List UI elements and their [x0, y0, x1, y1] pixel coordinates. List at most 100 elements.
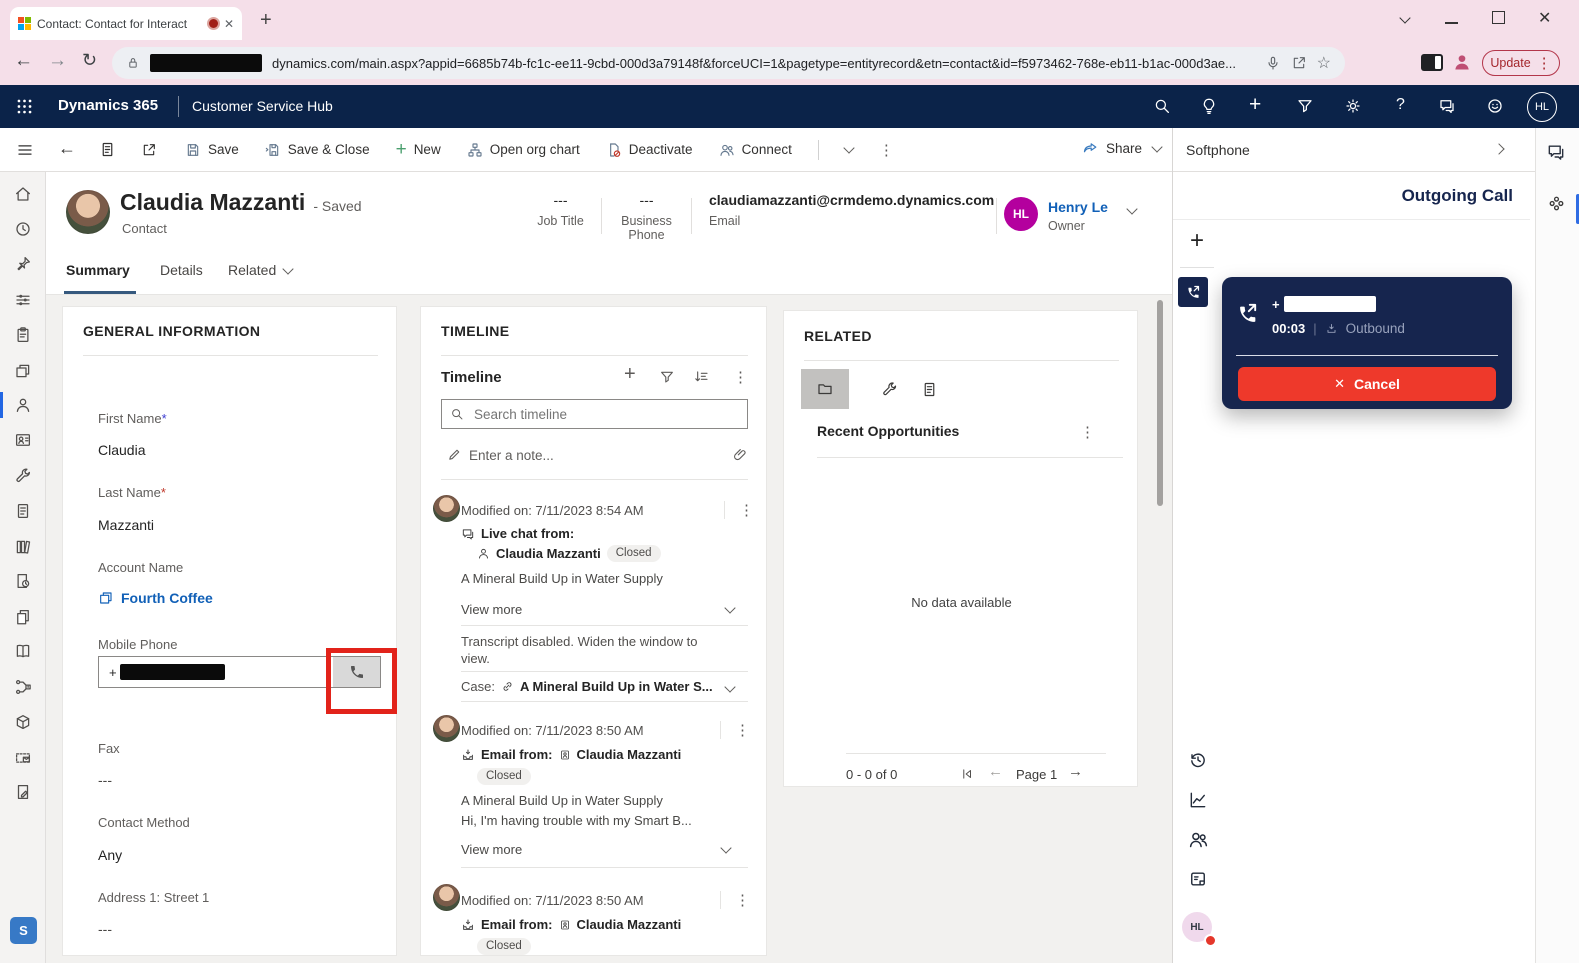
sidebar-item-pinned-icon[interactable]	[14, 255, 32, 273]
connect-button[interactable]: Connect	[719, 142, 792, 158]
conversations-chat-icon[interactable]	[1546, 142, 1566, 162]
entry-more-icon[interactable]: ⋮	[720, 721, 750, 739]
add-call-plus-icon[interactable]: +	[1190, 227, 1204, 255]
more-commands-icon[interactable]: ⋮	[879, 141, 894, 159]
sidebar-item-knowledge-search-icon[interactable]	[14, 642, 32, 660]
timeline-search-input[interactable]	[472, 406, 739, 423]
sidebar-item-queues-icon[interactable]	[14, 502, 32, 520]
timeline-more-icon[interactable]: ⋮	[733, 368, 748, 386]
entry-more-icon[interactable]: ⋮	[724, 501, 754, 519]
last-name-value[interactable]: Mazzanti	[98, 517, 154, 533]
account-name-link[interactable]: Fourth Coffee	[98, 590, 213, 606]
feedback-chat-icon[interactable]	[1438, 97, 1456, 115]
sidebar-item-email-templates-icon[interactable]	[14, 749, 32, 767]
share-button[interactable]: Share	[1082, 140, 1161, 157]
tab-related[interactable]: Related	[228, 262, 292, 278]
related-tab-cases-icon[interactable]	[881, 381, 898, 398]
search-icon[interactable]	[1153, 97, 1171, 115]
hamburger-icon[interactable]	[16, 141, 34, 159]
app-switcher-tile[interactable]: S	[10, 917, 37, 944]
attachment-paperclip-icon[interactable]	[733, 447, 748, 462]
split-screen-icon[interactable]	[1421, 54, 1443, 71]
suggestions-bulb-icon[interactable]	[1200, 97, 1218, 115]
address-bar[interactable]: dynamics.com/main.aspx?appid=6685b74b-fc…	[112, 47, 1345, 79]
save-button[interactable]: Save	[185, 142, 239, 158]
deactivate-button[interactable]: Deactivate	[606, 142, 693, 158]
tab-summary[interactable]: Summary	[66, 262, 130, 278]
sidebar-item-flows-icon[interactable]	[14, 678, 32, 696]
entry-subject[interactable]: A Mineral Build Up in Water Supply	[461, 793, 663, 808]
analytics-chart-icon[interactable]	[1188, 790, 1208, 810]
sidebar-item-products-icon[interactable]	[14, 713, 32, 731]
app-name[interactable]: Customer Service Hub	[192, 98, 333, 114]
next-page-icon[interactable]: →	[1068, 763, 1083, 780]
fax-value[interactable]: ---	[98, 772, 112, 788]
owner-name[interactable]: Henry Le	[1048, 199, 1108, 215]
entry-person[interactable]: Claudia Mazzanti	[577, 747, 682, 762]
user-avatar[interactable]: HL	[1527, 92, 1557, 122]
contact-method-value[interactable]: Any	[98, 847, 122, 863]
call-history-icon[interactable]	[1188, 750, 1208, 770]
record-set-icon[interactable]	[99, 141, 116, 158]
new-button[interactable]: +New	[396, 142, 441, 157]
update-menu-dots-icon[interactable]: ⋮	[1537, 54, 1552, 72]
view-more-link[interactable]: View more	[461, 602, 522, 617]
job-title-value[interactable]: ---	[520, 192, 601, 208]
sidebar-item-drafts-icon[interactable]	[14, 783, 32, 801]
notes-icon[interactable]	[1188, 869, 1208, 889]
save-close-button[interactable]: Save & Close	[265, 142, 370, 158]
forward-icon[interactable]: →	[48, 50, 67, 72]
sidebar-item-cases-icon[interactable]	[14, 467, 32, 485]
connect-chevron-icon[interactable]	[843, 142, 854, 153]
contact-photo-avatar[interactable]	[66, 190, 110, 234]
timeline-filter-icon[interactable]	[659, 369, 675, 385]
view-more-chevron-icon[interactable]	[724, 602, 735, 613]
sidebar-item-activities-icon[interactable]	[14, 326, 32, 344]
related-tab-opportunities[interactable]	[801, 369, 849, 409]
entry-person[interactable]: Claudia Mazzanti	[496, 546, 601, 561]
view-more-chevron-icon[interactable]	[720, 842, 731, 853]
email-value[interactable]: claudiamazzanti@crmdemo.dynamics.com	[709, 192, 995, 208]
sidebar-item-dashboards-icon[interactable]	[14, 291, 32, 309]
softphone-collapse-chevron-icon[interactable]	[1493, 143, 1504, 154]
mic-icon[interactable]	[1265, 55, 1281, 71]
first-page-icon[interactable]	[960, 767, 974, 781]
tab-close-icon[interactable]: ✕	[224, 17, 234, 31]
settings-gear-icon[interactable]	[1344, 97, 1362, 115]
sidebar-item-scheduled-icon[interactable]	[14, 572, 32, 590]
window-menu-chevron-icon[interactable]	[1399, 12, 1410, 23]
sidebar-item-recent-icon[interactable]	[14, 220, 32, 238]
header-expand-chevron-icon[interactable]	[1126, 203, 1137, 214]
window-maximize-icon[interactable]	[1492, 11, 1505, 24]
brand-title[interactable]: Dynamics 365	[58, 97, 158, 114]
tab-details[interactable]: Details	[160, 262, 203, 278]
sidebar-item-contacts-icon[interactable]	[14, 396, 32, 414]
browser-tab[interactable]: Contact: Contact for Interact ✕	[10, 7, 242, 40]
quick-create-plus-icon[interactable]: +	[1249, 93, 1261, 117]
timeline-search-box[interactable]	[441, 399, 748, 429]
owner-avatar[interactable]: HL	[1004, 197, 1038, 231]
apps-puzzle-icon[interactable]	[1547, 194, 1566, 213]
help-icon[interactable]: ?	[1396, 96, 1405, 114]
case-title[interactable]: A Mineral Build Up in Water S...	[520, 679, 713, 694]
first-name-value[interactable]: Claudia	[98, 442, 145, 458]
related-tab-entitlements-icon[interactable]	[921, 381, 938, 398]
timeline-sort-icon[interactable]	[693, 369, 709, 385]
open-org-chart-button[interactable]: Open org chart	[467, 142, 580, 158]
waffle-icon[interactable]	[15, 97, 34, 116]
send-share-icon[interactable]	[1291, 55, 1307, 71]
timeline-add-icon[interactable]: +	[624, 363, 636, 386]
business-phone-value[interactable]: ---	[602, 192, 691, 208]
entry-subject[interactable]: A Mineral Build Up in Water Supply	[461, 571, 663, 586]
address1-street1-value[interactable]: ---	[98, 921, 112, 937]
sidebar-item-home-icon[interactable]	[14, 185, 32, 203]
browser-update-button[interactable]: Update ⋮	[1482, 50, 1560, 76]
note-input[interactable]: Enter a note...	[469, 448, 554, 463]
new-tab-button[interactable]: +	[260, 9, 272, 32]
refresh-icon[interactable]: ↻	[82, 50, 97, 71]
related-more-icon[interactable]: ⋮	[1080, 423, 1095, 441]
back-icon[interactable]: ←	[14, 50, 33, 72]
sidebar-item-accounts-icon[interactable]	[14, 362, 32, 380]
active-call-tab[interactable]	[1178, 277, 1208, 307]
contacts-people-icon[interactable]	[1188, 829, 1209, 850]
